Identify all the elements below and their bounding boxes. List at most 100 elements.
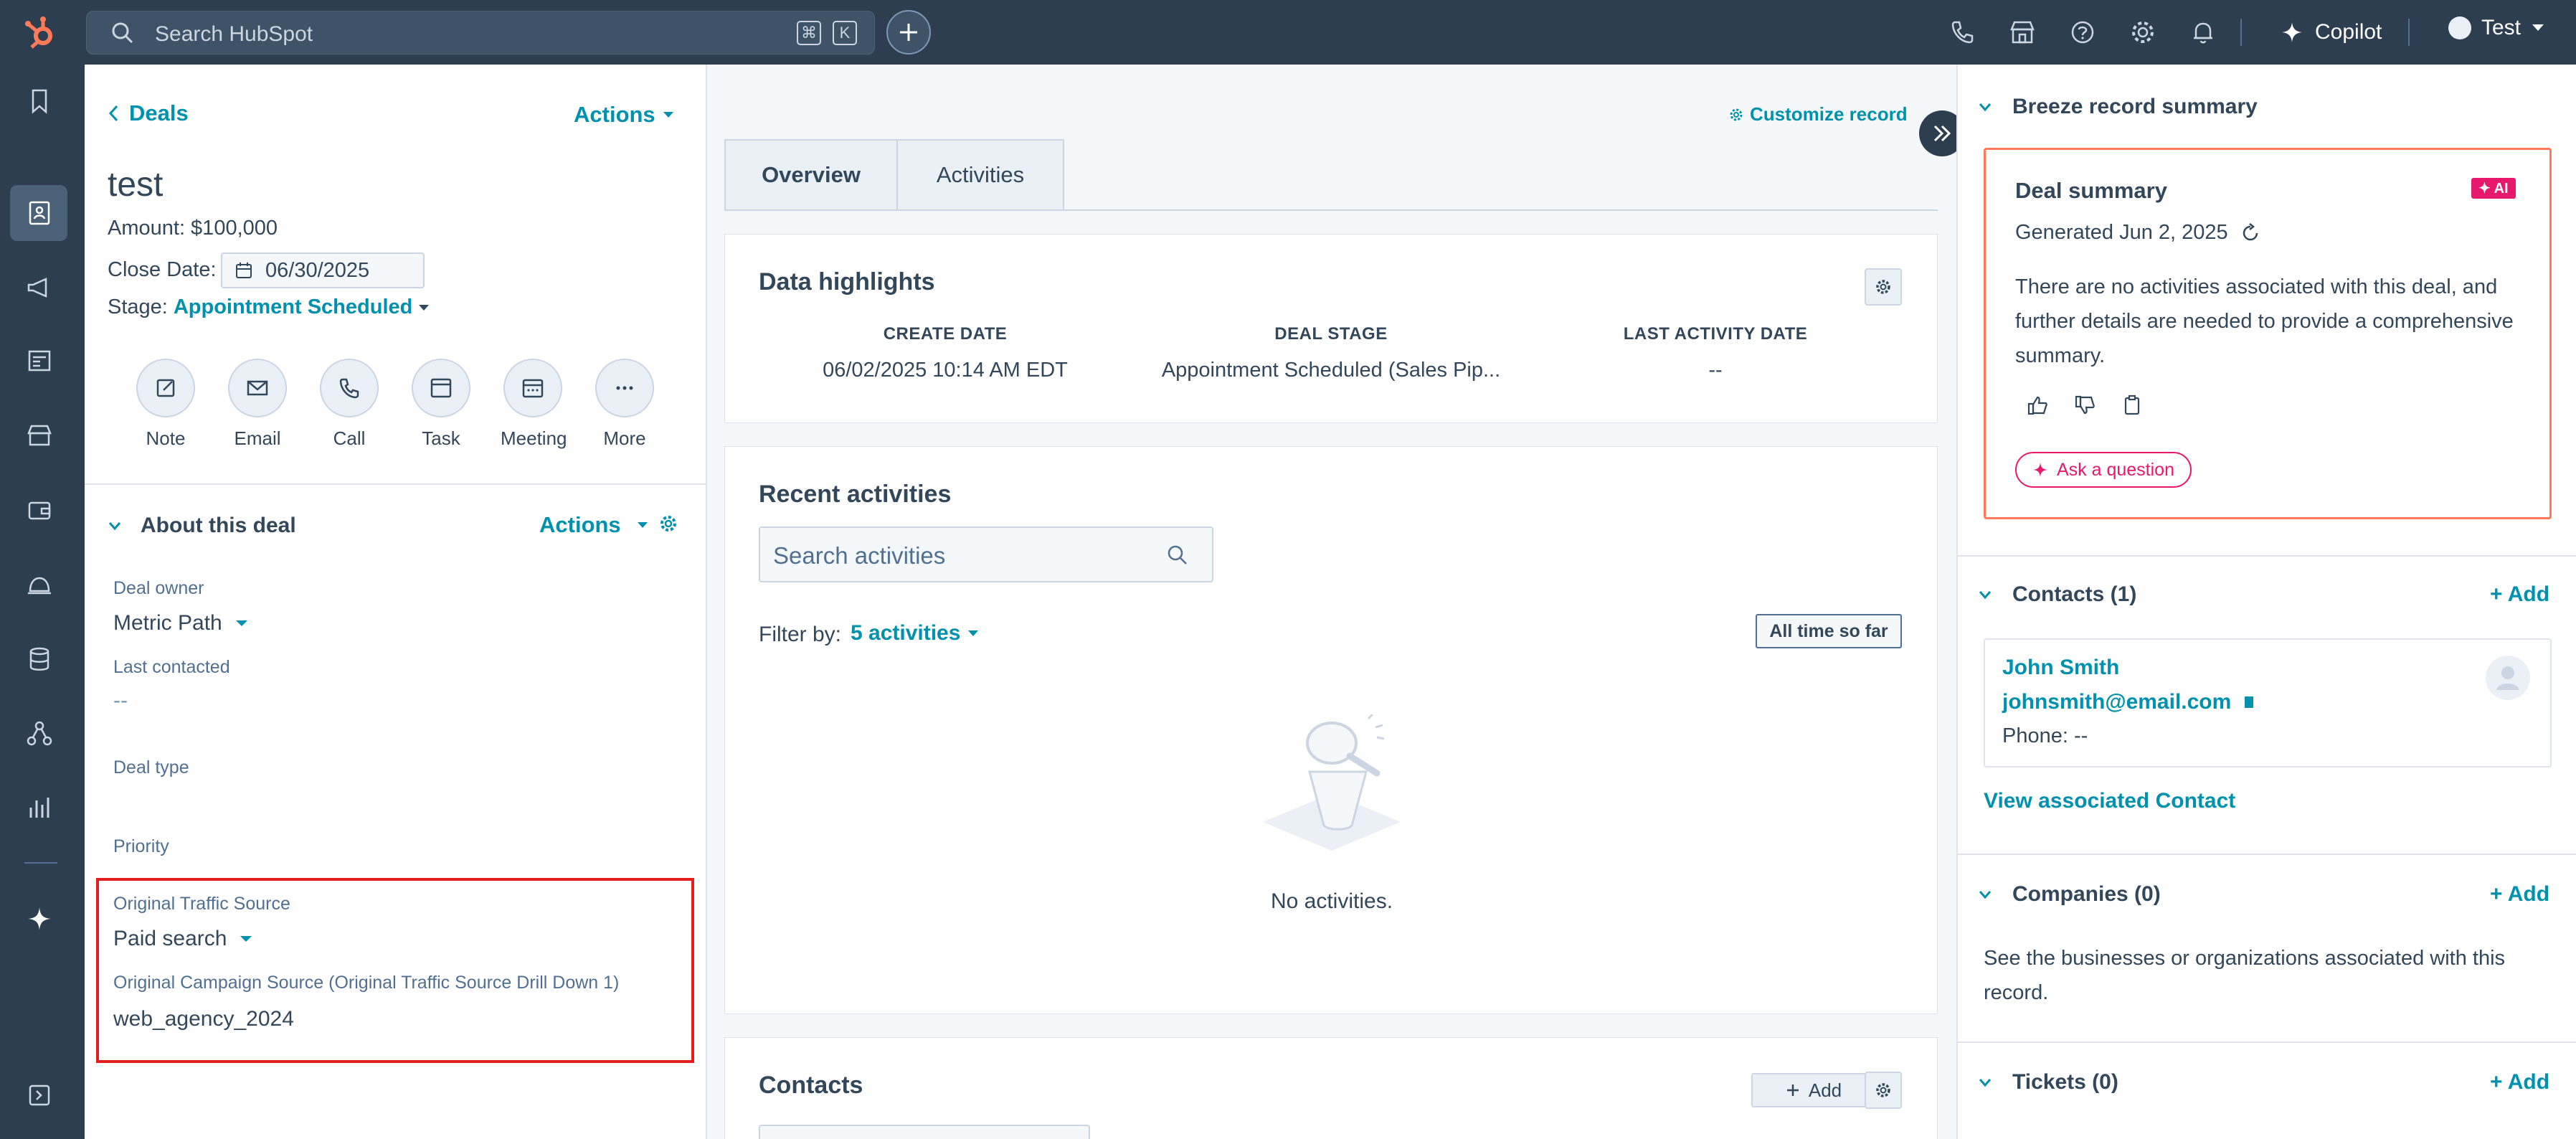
phone-icon[interactable] [1948,18,1976,47]
payments-wallet-icon[interactable] [24,495,55,525]
breeze-sparkle-icon[interactable] [24,904,55,934]
add-label: Add [1808,1079,1842,1101]
last-activity-date-header: LAST ACTIVITY DATE [1623,324,1808,344]
record-actions-button[interactable]: Actions [574,102,674,128]
filter-by-label: Filter by: [759,623,842,646]
search-activities-placeholder: Search activities [773,542,946,569]
add-contact-button[interactable]: Add [1751,1073,1876,1107]
customize-label: Customize record [1750,103,1908,125]
contacts-settings-button[interactable] [1865,1072,1902,1109]
last-activity-date-value: -- [1708,359,1723,382]
companies-section-toggle[interactable]: Companies (0) [1978,882,2161,907]
crm-contacts-icon[interactable] [24,198,55,228]
add-company-link[interactable]: + Add [2490,882,2549,907]
action-label: Note [146,427,186,449]
traffic-source-value: Paid search [113,927,227,950]
deal-type-field[interactable] [113,786,544,815]
caret-down-icon [967,629,979,638]
highlights-settings-button[interactable] [1865,268,1902,306]
deal-owner-dropdown[interactable]: Metric Path [113,611,248,635]
contact-name-link[interactable]: John Smith [2002,656,2119,680]
contacts-section-toggle[interactable]: Contacts (1) [1978,582,2136,607]
companies-empty-text: See the businesses or organizations asso… [1984,947,2506,1004]
chevron-down-icon [108,521,122,531]
marketplace-icon[interactable] [2008,18,2037,47]
original-traffic-source-dropdown[interactable]: Paid search [113,927,252,951]
time-range-button[interactable]: All time so far [1756,614,1902,648]
bookmark-icon[interactable] [24,86,55,116]
note-action-button[interactable]: Note [133,359,198,450]
sparkle-icon [2032,462,2048,478]
global-search-input[interactable]: Search HubSpot ⌘ K [86,11,875,55]
breeze-summary-toggle[interactable]: Breeze record summary [1978,95,2258,119]
customize-record-link[interactable]: Customize record [1728,103,1908,126]
rail-divider [24,862,57,864]
stage-dropdown[interactable]: Appointment Scheduled [174,296,413,319]
copy-clipboard-icon[interactable] [2121,394,2143,416]
tabs-underline [724,209,1938,211]
service-icon[interactable] [24,570,55,600]
breeze-summary-title: Breeze record summary [2012,95,2258,118]
deal-name-title[interactable]: test [108,165,163,204]
about-section-title: About this deal [141,514,296,537]
search-activities-input[interactable]: Search activities [759,526,1213,582]
task-action-button[interactable]: Task [409,359,473,450]
view-associated-contact-link[interactable]: View associated Contact [1984,789,2235,813]
copilot-button[interactable]: Copilot [2281,16,2382,49]
tab-activities[interactable]: Activities [898,139,1064,211]
generated-text: Generated Jun 2, 2025 [2015,221,2228,244]
contact-avatar [2486,656,2530,700]
about-actions-button[interactable]: Actions [539,512,648,538]
notifications-bell-icon[interactable] [2189,18,2217,47]
ask-label: Ask a question [2057,459,2174,480]
account-menu[interactable]: Test [2448,16,2545,40]
contact-email-link[interactable]: johnsmith@email.com [2002,690,2255,714]
caret-down-icon[interactable] [418,303,430,312]
refresh-icon[interactable] [2240,222,2261,244]
marketing-megaphone-icon[interactable] [24,273,55,303]
copilot-label: Copilot [2315,20,2382,44]
hubspot-logo-icon[interactable] [22,14,59,52]
envelope-icon [228,359,287,417]
tab-overview[interactable]: Overview [724,139,898,211]
settings-gear-icon[interactable] [658,514,678,534]
tickets-section-toggle[interactable]: Tickets (0) [1978,1070,2118,1095]
contacts-search-input[interactable] [759,1125,1090,1139]
calendar-icon [235,262,252,279]
thumbs-down-icon[interactable] [2074,394,2096,416]
shortcut-cmd-key: ⌘ [797,21,821,45]
more-actions-button[interactable]: More [592,359,657,450]
original-campaign-source-value[interactable]: web_agency_2024 [113,1007,294,1031]
add-ticket-link[interactable]: + Add [2490,1070,2549,1095]
add-contact-link[interactable]: + Add [2490,582,2549,607]
email-action-button[interactable]: Email [225,359,290,450]
create-new-button[interactable] [886,10,931,55]
meeting-action-button[interactable]: Meeting [501,359,567,450]
thumbs-up-icon[interactable] [2027,394,2048,416]
ask-a-question-button[interactable]: Ask a question [2015,452,2192,488]
last-contacted-value: -- [113,689,128,712]
back-label: Deals [129,100,189,126]
expand-sidebar-icon[interactable] [29,1084,50,1106]
data-database-icon[interactable] [24,644,55,674]
call-action-button[interactable]: Call [317,359,382,450]
commerce-store-icon[interactable] [24,420,55,450]
help-icon[interactable] [2068,18,2097,47]
last-contacted-label: Last contacted [113,657,230,677]
original-traffic-source-label: Original Traffic Source [113,894,290,914]
action-label: Meeting [501,427,567,449]
about-section-toggle[interactable]: About this deal [108,514,296,538]
more-dots-icon [595,359,654,417]
contacts-title: Contacts [759,1072,863,1099]
stage-row: Stage: Appointment Scheduled [108,296,430,319]
tab-label: Overview [762,162,861,187]
copy-icon[interactable] [2243,694,2255,710]
create-date-value: 06/02/2025 10:14 AM EDT [823,359,1068,382]
activity-filter-dropdown[interactable]: 5 activities [851,621,979,646]
back-to-deals-link[interactable]: Deals [108,100,189,126]
content-icon[interactable] [24,346,55,376]
settings-gear-icon[interactable] [2128,18,2157,47]
close-date-input[interactable]: 06/30/2025 [221,252,425,288]
automation-icon[interactable] [24,719,55,749]
reporting-chart-icon[interactable] [24,793,55,823]
